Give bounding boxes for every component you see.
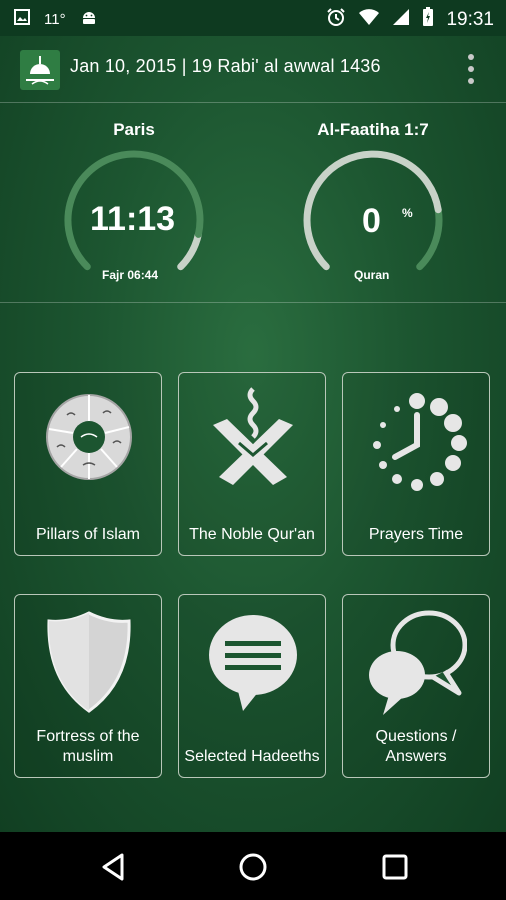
tile-label: Questions / Answers [375,728,457,765]
percent-sign: % [402,206,413,220]
tile-label: Prayers Time [368,526,464,543]
recents-button[interactable] [378,850,412,884]
status-bar: 11° 19:31 [0,0,506,36]
overflow-dot [468,54,474,60]
tile-questions-answers[interactable]: Questions / Answers [342,594,490,778]
battery-charging-icon [422,7,434,32]
surah-label: Al-Faatiha 1:7 [317,120,429,139]
tile-label: Fortress of the muslim [36,728,140,765]
gallery-notification-icon [14,9,30,29]
navigation-bar [0,832,506,900]
gauges-section: Paris 11:13 Fajr 06:44 Al-Faatiha 1:7 0 … [0,102,506,303]
tile-label: Selected Hadeeths [184,748,320,765]
tile-pillars-of-islam[interactable]: Pillars of Islam [14,372,162,556]
overflow-dot [468,78,474,84]
quran-label: Quran [354,268,390,282]
shield-icon [39,607,139,717]
tile-label: The Noble Qur'an [189,526,315,543]
quran-stand-icon [203,385,303,495]
app-header: Jan 10, 2015 | 19 Rabi' al awwal 1436 [0,36,506,103]
app-logo [20,50,60,90]
back-button[interactable] [96,850,132,884]
android-notification-icon [80,8,98,30]
tile-noble-quran[interactable]: The Noble Qur'an [178,372,326,556]
wifi-icon [358,8,380,31]
tile-label: Pillars of Islam [35,526,141,543]
next-prayer-label: Fajr 06:44 [102,268,159,282]
tile-fortress-of-the-muslim[interactable]: Fortress of the muslim [14,594,162,778]
temperature-text: 11° [44,10,66,28]
speech-bubble-lines-icon [203,607,303,717]
tile-selected-hadeeths[interactable]: Selected Hadeeths [178,594,326,778]
time-remaining: 11:13 [90,200,176,238]
alarm-icon [326,7,346,32]
date-title: Jan 10, 2015 | 19 Rabi' al awwal 1436 [70,56,381,76]
chat-bubbles-icon [367,607,468,717]
clock-text: 19:31 [446,8,494,30]
overflow-dot [468,66,474,72]
clock-dots-icon [367,385,467,495]
overflow-menu-button[interactable] [468,54,476,84]
signal-icon [392,8,410,31]
pillars-wheel-icon [39,385,139,495]
home-button[interactable] [236,850,270,884]
app-content: Jan 10, 2015 | 19 Rabi' al awwal 1436 Pa… [0,36,506,832]
city-label: Paris [113,120,155,139]
quran-percent: 0 [362,202,381,240]
tile-prayers-time[interactable]: Prayers Time [342,372,490,556]
